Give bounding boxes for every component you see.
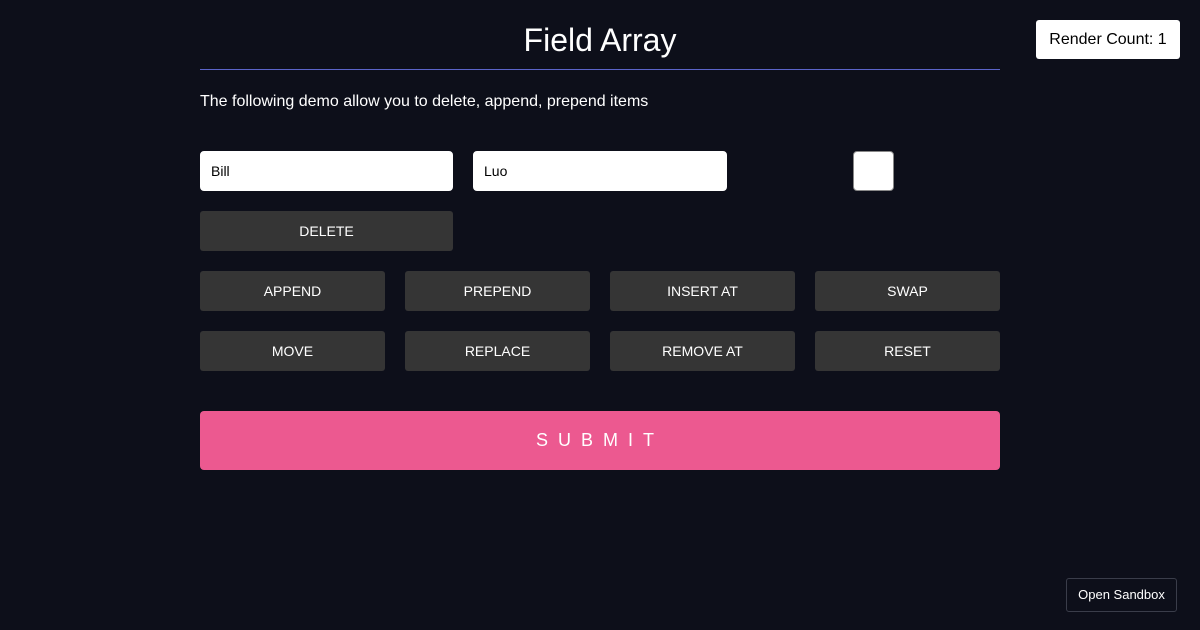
page: Render Count: 1 Field Array The followin… xyxy=(0,0,1200,630)
page-title: Field Array xyxy=(523,22,677,58)
move-button[interactable]: MOVE xyxy=(200,331,385,371)
reset-button[interactable]: RESET xyxy=(815,331,1000,371)
remove-at-button[interactable]: REMOVE AT xyxy=(610,331,795,371)
submit-button[interactable]: SUBMIT xyxy=(200,411,1000,470)
last-name-input[interactable] xyxy=(473,151,727,191)
swap-button[interactable]: SWAP xyxy=(815,271,1000,311)
open-sandbox-button[interactable]: Open Sandbox xyxy=(1066,578,1177,612)
render-count-badge: Render Count: 1 xyxy=(1036,20,1180,59)
insert-at-button[interactable]: INSERT AT xyxy=(610,271,795,311)
first-name-input[interactable] xyxy=(200,151,453,191)
item-checkbox[interactable] xyxy=(853,151,894,191)
title-divider xyxy=(200,69,1000,70)
delete-button[interactable]: DELETE xyxy=(200,211,453,251)
page-description: The following demo allow you to delete, … xyxy=(200,93,649,110)
prepend-button[interactable]: PREPEND xyxy=(405,271,590,311)
replace-button[interactable]: REPLACE xyxy=(405,331,590,371)
append-button[interactable]: APPEND xyxy=(200,271,385,311)
